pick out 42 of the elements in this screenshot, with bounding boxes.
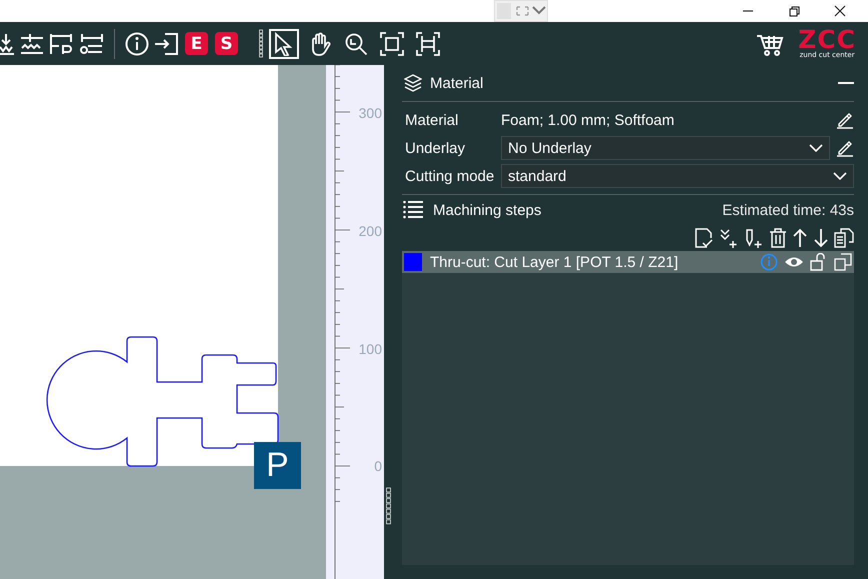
splitter-grip-icon[interactable]: [386, 487, 391, 525]
panel-title: Material: [430, 74, 484, 92]
arrow-down-icon[interactable]: [813, 228, 829, 248]
chevron-down-icon[interactable]: [833, 172, 847, 180]
field-value: Foam; 1.00 mm; Softfoam: [501, 112, 676, 128]
eye-icon[interactable]: [784, 255, 804, 269]
vertical-ruler: 300 200 100 0: [326, 65, 384, 579]
restore-icon[interactable]: [788, 5, 800, 17]
field-label: Cutting mode: [405, 168, 496, 184]
overlap-squares-icon[interactable]: [834, 253, 852, 271]
pin-line-icon[interactable]: [80, 32, 104, 56]
dropdown-field[interactable]: standard: [501, 164, 854, 188]
chevron-down-icon[interactable]: [809, 144, 823, 152]
layers-icon: [404, 74, 422, 92]
step-label: Thru-cut: Cut Layer 1 [POT 1.5 / Z21]: [430, 254, 678, 270]
download-tray-icon[interactable]: [0, 32, 14, 56]
snap-layout-widget[interactable]: [494, 0, 548, 22]
close-icon[interactable]: [834, 5, 846, 17]
list-icon: [403, 201, 423, 219]
collapse-icon[interactable]: [838, 81, 854, 85]
field-label: Underlay: [405, 140, 466, 156]
panel-title: Machining steps: [433, 202, 542, 218]
select-arrow-tool-button[interactable]: [269, 28, 299, 58]
pencil-icon[interactable]: [836, 111, 854, 129]
copy-icon[interactable]: [834, 228, 854, 248]
job-letter-button[interactable]: S: [215, 32, 238, 55]
arrow-up-icon[interactable]: [792, 228, 808, 248]
tool-plus-icon[interactable]: [744, 228, 764, 248]
frame-p-icon[interactable]: [50, 32, 74, 56]
toolbar-grip-icon[interactable]: [259, 28, 263, 58]
trash-icon[interactable]: [769, 228, 787, 248]
double-chevron-plus-icon[interactable]: [719, 228, 739, 248]
origin-marker[interactable]: P: [254, 442, 301, 489]
machining-step-row[interactable]: Thru-cut: Cut Layer 1 [POT 1.5 / Z21]: [402, 251, 854, 273]
estimated-time: Estimated time: 43s: [722, 202, 854, 218]
job-letter-button[interactable]: E: [185, 32, 208, 55]
dropdown-field[interactable]: No Underlay: [501, 136, 830, 160]
document-check-icon[interactable]: [694, 228, 714, 248]
sliders-icon[interactable]: [20, 32, 44, 56]
field-label: Material: [405, 112, 460, 128]
import-icon[interactable]: [155, 32, 179, 56]
pencil-icon[interactable]: [836, 139, 854, 157]
